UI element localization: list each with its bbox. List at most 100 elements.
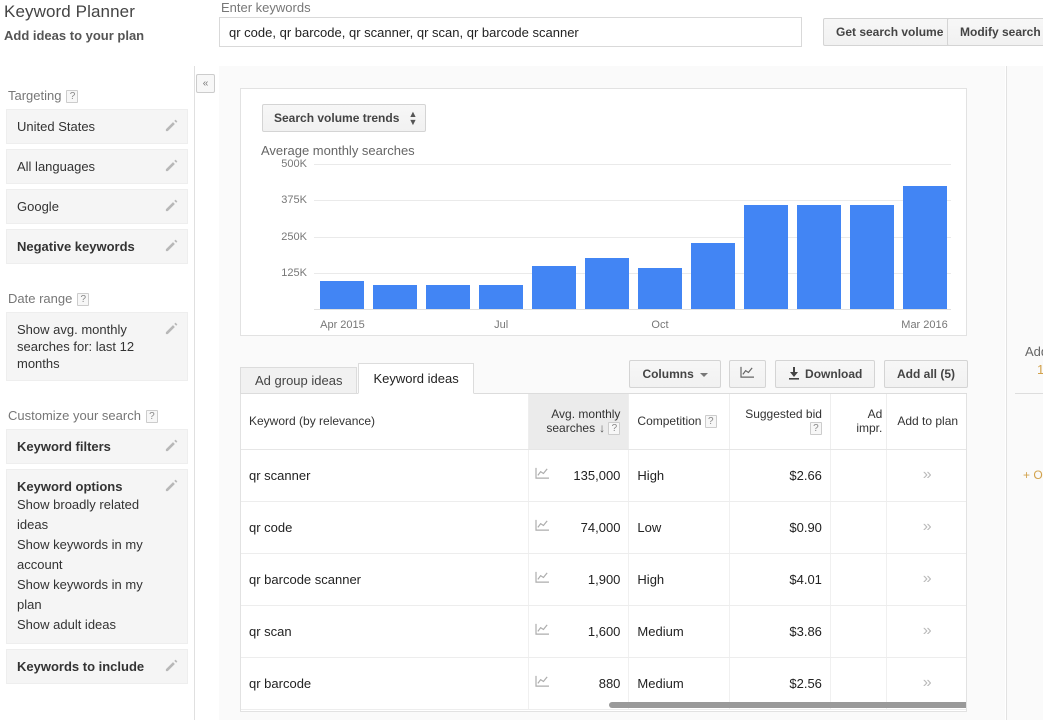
chart-y-tick-label: 500K	[237, 158, 307, 170]
columns-button[interactable]: Columns	[629, 360, 720, 388]
add-to-plan-button[interactable]: »	[923, 466, 932, 483]
cell-keyword: qr barcode scanner	[241, 553, 528, 605]
chart-bar[interactable]	[903, 186, 947, 309]
help-icon[interactable]: ?	[705, 415, 717, 428]
cell-suggested-bid: $4.01	[730, 553, 831, 605]
pencil-icon[interactable]	[164, 118, 179, 133]
mini-line-chart-icon[interactable]	[535, 623, 550, 639]
get-search-volume-button[interactable]: Get search volume	[823, 18, 956, 46]
help-icon[interactable]: ?	[608, 422, 620, 435]
tab-keyword-ideas[interactable]: Keyword ideas	[358, 363, 473, 394]
targeting-heading-label: Targeting	[8, 88, 61, 103]
add-to-plan-button[interactable]: »	[923, 674, 932, 691]
chart-bar[interactable]	[744, 205, 788, 309]
chart-x-tick-label: Apr 2015	[302, 319, 382, 331]
cell-add-to-plan: »	[887, 605, 967, 657]
help-icon[interactable]: ?	[66, 90, 78, 103]
mini-line-chart-icon[interactable]	[535, 519, 550, 535]
chevron-down-icon	[700, 373, 708, 377]
modify-search-button[interactable]: Modify search	[947, 18, 1043, 46]
chart-bar[interactable]	[479, 285, 523, 309]
chart-bar[interactable]	[585, 258, 629, 309]
download-button[interactable]: Download	[775, 360, 875, 388]
chart-bar[interactable]	[850, 205, 894, 309]
chart-bar[interactable]	[797, 205, 841, 309]
table-header-row: Keyword (by relevance) Avg. monthly sear…	[241, 394, 967, 449]
pencil-icon[interactable]	[164, 198, 179, 213]
cell-keyword: qr scan	[241, 605, 528, 657]
column-header-avg-monthly-searches[interactable]: Avg. monthly searches↓ ?	[528, 394, 629, 449]
search-input[interactable]	[219, 17, 802, 47]
date-range-item[interactable]: Show avg. monthly searches for: last 12 …	[6, 312, 188, 381]
mini-line-chart-icon[interactable]	[535, 571, 550, 587]
targeting-item-negative-keywords[interactable]: Negative keywords	[6, 229, 188, 264]
help-icon[interactable]: ?	[146, 410, 158, 423]
help-icon[interactable]: ?	[77, 293, 89, 306]
chart-view-button[interactable]	[729, 360, 766, 388]
mini-line-chart-icon[interactable]	[535, 467, 550, 483]
targeting-item-language[interactable]: All languages	[6, 149, 188, 184]
chart-type-select[interactable]: Search volume trends ▲▼	[262, 104, 426, 132]
table-row[interactable]: qr scanner135,000High$2.66»	[241, 449, 967, 501]
help-icon[interactable]: ?	[810, 422, 822, 435]
date-range-value: Show avg. monthly searches for: last 12 …	[17, 322, 134, 371]
chart-bar[interactable]	[638, 268, 682, 309]
plan-or-link[interactable]: + Or	[1023, 468, 1043, 482]
table-row[interactable]: qr scan1,600Medium$3.86»	[241, 605, 967, 657]
column-header-add-to-plan: Add to plan	[887, 394, 967, 449]
keywords-to-include-label: Keywords to include	[17, 659, 144, 674]
keyword-option-line: Show keywords in my account	[17, 535, 157, 575]
keyword-options-title: Keyword options	[17, 479, 122, 494]
targeting-item-network[interactable]: Google	[6, 189, 188, 224]
pencil-icon[interactable]	[164, 658, 179, 673]
chart-bar[interactable]	[426, 285, 470, 309]
pencil-icon[interactable]	[164, 158, 179, 173]
mini-line-chart-icon[interactable]	[535, 675, 550, 691]
cell-competition: Low	[629, 501, 730, 553]
keyword-options-item[interactable]: Keyword options Show broadly related ide…	[6, 469, 188, 644]
cell-ad-impr	[830, 449, 886, 501]
column-header-suggested-bid[interactable]: Suggested bid ?	[730, 394, 831, 449]
add-all-button[interactable]: Add all (5)	[884, 360, 968, 388]
add-to-plan-button[interactable]: »	[923, 622, 932, 639]
cell-add-to-plan: »	[887, 449, 967, 501]
column-header-competition[interactable]: Competition ?	[629, 394, 730, 449]
pencil-icon[interactable]	[164, 321, 179, 336]
chart-bar[interactable]	[373, 285, 417, 309]
tab-ad-group-ideas[interactable]: Ad group ideas	[240, 367, 357, 394]
targeting-item-location[interactable]: United States	[6, 109, 188, 144]
chart-bar[interactable]	[320, 281, 364, 309]
chart-y-tick-label: 125K	[237, 267, 307, 279]
plan-count-label: 1	[1037, 362, 1043, 377]
add-to-plan-button[interactable]: »	[923, 570, 932, 587]
add-to-plan-button[interactable]: »	[923, 518, 932, 535]
cell-competition: High	[629, 449, 730, 501]
column-header-add-to-plan-label: Add to plan	[897, 414, 958, 428]
targeting-item-label: United States	[17, 119, 95, 134]
cell-avg-monthly-searches-value: 135,000	[573, 468, 620, 483]
table-row[interactable]: qr barcode scanner1,900High$4.01»	[241, 553, 967, 605]
cell-keyword: qr scanner	[241, 449, 528, 501]
keyword-filters-item[interactable]: Keyword filters	[6, 429, 188, 464]
keyword-option-line: Show keywords in my plan	[17, 575, 157, 615]
table-body: qr scanner135,000High$2.66»qr code74,000…	[241, 449, 967, 709]
column-header-ad-impr[interactable]: Ad impr.	[830, 394, 886, 449]
chart-bar[interactable]	[691, 243, 735, 309]
keyword-ideas-table: Keyword (by relevance) Avg. monthly sear…	[241, 394, 967, 710]
keywords-to-include-item[interactable]: Keywords to include	[6, 649, 188, 684]
chart-bars	[316, 164, 951, 309]
keyword-ideas-table-wrap: Keyword (by relevance) Avg. monthly sear…	[240, 394, 967, 712]
keyword-option-line: Show adult ideas	[17, 615, 157, 635]
pencil-icon[interactable]	[164, 478, 179, 493]
pencil-icon[interactable]	[164, 238, 179, 253]
table-row[interactable]: qr code74,000Low$0.90»	[241, 501, 967, 553]
pencil-icon[interactable]	[164, 438, 179, 453]
chart-bar[interactable]	[532, 266, 576, 309]
collapse-sidebar-icon[interactable]: «	[196, 74, 215, 93]
cell-avg-monthly-searches-value: 1,900	[588, 572, 621, 587]
column-header-keyword[interactable]: Keyword (by relevance)	[241, 394, 528, 449]
cell-competition: Medium	[629, 605, 730, 657]
cell-avg-monthly-searches-value: 1,600	[588, 624, 621, 639]
horizontal-scrollbar[interactable]	[609, 702, 967, 708]
column-header-ad-impr-label: Ad impr.	[856, 407, 882, 435]
